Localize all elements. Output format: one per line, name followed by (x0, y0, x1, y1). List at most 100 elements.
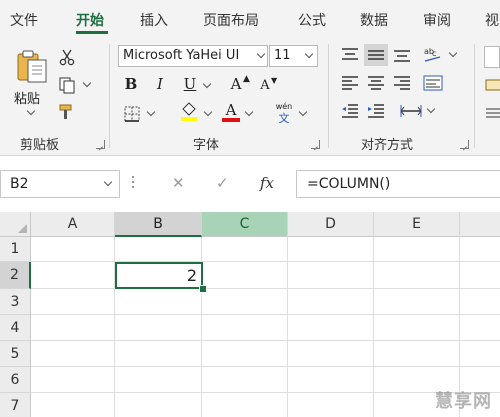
row-header-7[interactable]: 7 (0, 393, 31, 417)
separator (328, 44, 329, 148)
currency-button[interactable] (484, 74, 500, 96)
distributed-align-icon (400, 105, 422, 117)
row-header-3[interactable]: 3 (0, 289, 31, 315)
orientation-dropdown-icon[interactable] (448, 48, 458, 58)
font-color-dropdown-icon[interactable] (244, 107, 254, 117)
shrink-font-button[interactable]: A (258, 76, 272, 94)
copy-dropdown-icon[interactable] (82, 78, 92, 88)
format-painter-button[interactable] (56, 101, 78, 123)
borders-button[interactable] (121, 103, 143, 125)
clipboard-launcher-icon[interactable] (96, 140, 105, 149)
fill-color-button[interactable] (178, 100, 200, 122)
cut-button[interactable] (56, 46, 78, 68)
phonetic-top-text: wén (275, 101, 293, 111)
tab-file[interactable]: 文件 (10, 10, 38, 30)
gridline (373, 237, 374, 417)
align-bottom-icon (394, 50, 410, 62)
copy-button[interactable] (56, 74, 78, 96)
active-cell-b2[interactable]: 2 (115, 262, 203, 289)
phonetic-guide-button[interactable]: wén 文 (272, 100, 296, 126)
column-header-d[interactable]: D (288, 212, 374, 237)
font-group-label: 字体 (193, 138, 220, 153)
bold-button[interactable]: B (121, 74, 141, 94)
tab-data[interactable]: 数据 (360, 10, 388, 30)
phonetic-dropdown-icon[interactable] (298, 107, 308, 117)
paste-dropdown-icon[interactable] (26, 106, 36, 116)
orientation-button[interactable]: ab c (420, 44, 446, 66)
caret-up-icon: ▲ (243, 74, 250, 84)
row-header-4[interactable]: 4 (0, 315, 31, 341)
fill-handle[interactable] (199, 285, 207, 293)
gridline (287, 237, 288, 417)
row-header-6[interactable]: 6 (0, 367, 31, 393)
formula-bar-grip[interactable] (132, 176, 135, 192)
align-center-button[interactable] (364, 72, 388, 94)
font-color-swatch (222, 118, 240, 122)
italic-button[interactable]: I (150, 74, 170, 94)
tab-insert[interactable]: 插入 (140, 10, 168, 30)
column-header-b[interactable]: B (115, 212, 202, 237)
tab-review[interactable]: 审阅 (423, 10, 451, 30)
tab-view[interactable]: 视 (485, 10, 499, 30)
insert-function-icon[interactable]: fx (260, 174, 274, 192)
row-header-1[interactable]: 1 (0, 237, 31, 262)
wrap-text-button[interactable] (420, 72, 446, 94)
wrap-text-icon (423, 75, 443, 91)
align-middle-button[interactable] (364, 44, 388, 66)
formula-bar: B2 ✕ ✓ fx =COLUMN() (0, 156, 500, 212)
row-header-5[interactable]: 5 (0, 341, 31, 367)
distributed-indent-button[interactable] (398, 100, 424, 122)
font-launcher-icon[interactable] (311, 140, 320, 149)
tab-formulas[interactable]: 公式 (298, 10, 326, 30)
decrease-indent-button[interactable] (338, 100, 362, 122)
row-header-2[interactable]: 2 (0, 262, 31, 289)
grow-font-button[interactable]: A (228, 74, 244, 94)
fill-color-dropdown-icon[interactable] (203, 107, 213, 117)
column-header-f[interactable] (460, 212, 500, 237)
tab-page-layout[interactable]: 页面布局 (203, 10, 259, 30)
formula-buttons: ✕ ✓ fx (150, 170, 290, 198)
formula-text: =COLUMN() (307, 176, 391, 192)
caret-down-small-icon: ▼ (271, 76, 278, 85)
distributed-dropdown-icon[interactable] (426, 104, 436, 114)
number-format-box[interactable] (484, 46, 500, 68)
gridline (31, 340, 500, 341)
cancel-icon[interactable]: ✕ (172, 174, 185, 192)
borders-icon (124, 106, 140, 122)
column-header-c[interactable]: C (202, 212, 288, 237)
column-header-a[interactable]: A (31, 212, 115, 237)
alignment-launcher-icon[interactable] (460, 140, 469, 149)
formula-input[interactable]: =COLUMN() (296, 170, 500, 198)
name-box-dropdown-icon[interactable] (103, 177, 113, 187)
separator (109, 44, 110, 148)
align-left-icon (342, 76, 358, 90)
font-color-letter: A (225, 101, 237, 119)
name-box[interactable]: B2 (0, 170, 120, 198)
font-name-box[interactable]: Microsoft YaHei UI (118, 45, 268, 67)
paste-button[interactable] (12, 46, 52, 86)
watermark-text: 慧享网 (435, 391, 492, 412)
align-right-button[interactable] (390, 72, 414, 94)
number-format-field (484, 46, 500, 68)
tab-home[interactable]: 开始 (76, 10, 104, 30)
decimal-button[interactable] (484, 102, 500, 124)
underline-button[interactable]: U (180, 74, 200, 94)
borders-dropdown-icon[interactable] (146, 107, 156, 117)
align-bottom-button[interactable] (390, 44, 414, 66)
align-top-button[interactable] (338, 44, 362, 66)
worksheet-grid[interactable]: A B C D E 1 2 3 4 5 6 7 2 慧享网 (0, 212, 500, 417)
name-box-value: B2 (10, 176, 29, 192)
align-right-icon (394, 76, 410, 90)
ribbon: 粘贴 剪贴板 Microsoft YaHei UI 11 B I U A ▲ A… (0, 38, 500, 156)
increase-indent-button[interactable] (364, 100, 388, 122)
column-header-e[interactable]: E (374, 212, 460, 237)
font-color-button[interactable]: A (220, 100, 242, 124)
currency-icon (485, 79, 500, 91)
select-all-button[interactable] (0, 212, 31, 237)
align-left-button[interactable] (338, 72, 362, 94)
text-orientation-icon: ab c (424, 47, 441, 62)
enter-icon[interactable]: ✓ (216, 174, 229, 192)
separator (474, 44, 475, 148)
underline-dropdown-icon[interactable] (202, 79, 212, 89)
gridline (31, 392, 500, 393)
